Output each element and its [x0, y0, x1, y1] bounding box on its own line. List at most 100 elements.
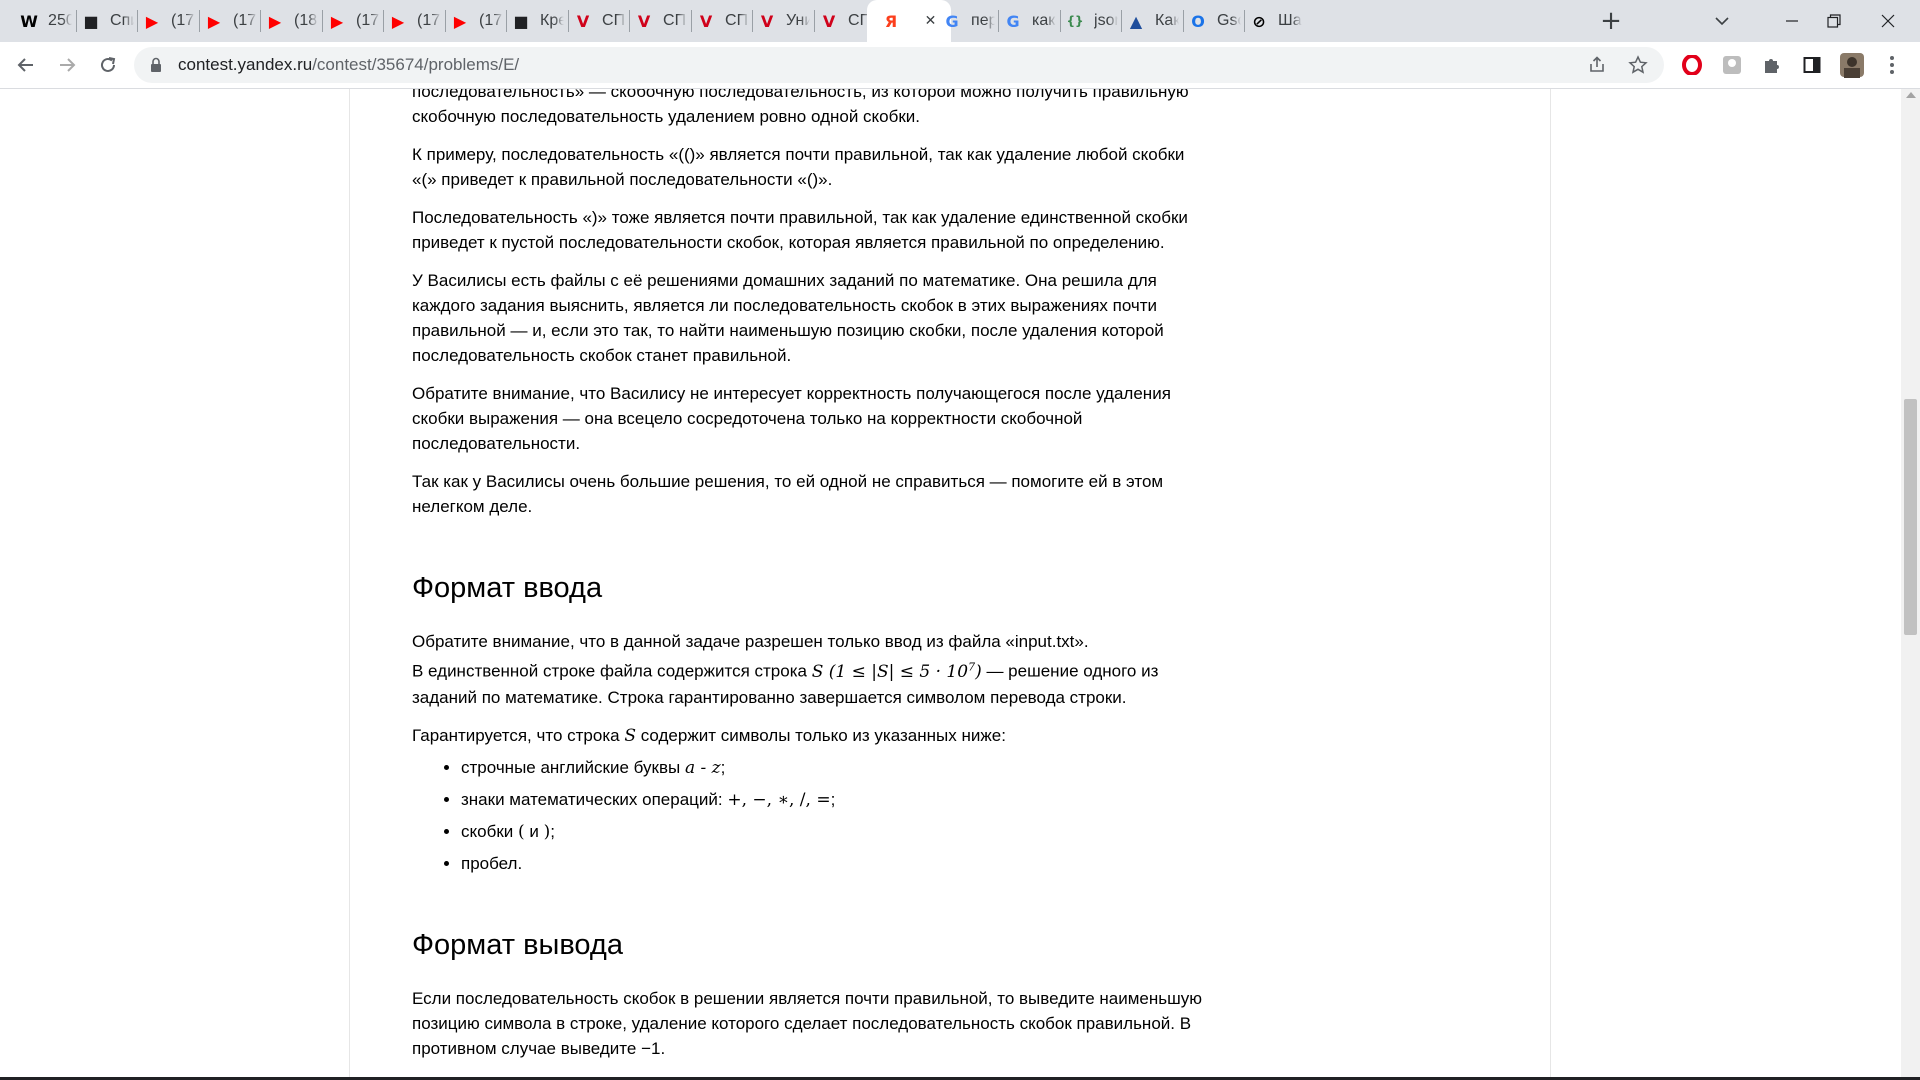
browser-tab[interactable]: O Gsc: [1189, 0, 1240, 42]
tab-title: 250: [48, 12, 72, 29]
statement-paragraph: У Василисы есть файлы с её решениями дом…: [412, 271, 1164, 365]
tab-title: Спи: [110, 12, 133, 29]
tab-separator: [1121, 10, 1122, 32]
browser-tab[interactable]: ▶ (18: [266, 0, 318, 42]
app-icon: ▲: [1129, 11, 1143, 31]
allowed-chars-intro: Гарантируется, что строка S содержит сим…: [412, 723, 1202, 749]
side-panel-button[interactable]: [1796, 49, 1828, 81]
tab-title: Кре: [540, 12, 564, 29]
yandex-icon: Я: [884, 11, 898, 31]
problem-statement: последовательность» — скобочную последов…: [412, 89, 1202, 1074]
list-item-text: пробел.: [461, 853, 523, 873]
allowed-chars-list: строчные английские буквы a - z; знаки м…: [412, 755, 1202, 876]
tab-title: СПб: [663, 12, 687, 29]
input-file-note: Обратите внимание, что в данной задаче р…: [412, 632, 1089, 651]
tab-separator: [629, 10, 630, 32]
tab-close-icon[interactable]: ✕: [921, 11, 941, 31]
browser-tab[interactable]: ■ Спи: [82, 0, 133, 42]
minimize-icon: [1786, 20, 1798, 22]
youtube-icon: ▶: [453, 11, 467, 31]
list-item-text: ;: [720, 757, 726, 777]
menu-button[interactable]: [1876, 49, 1908, 81]
statement-paragraph: последовательность» — скобочную последов…: [412, 89, 1189, 126]
extensions-button[interactable]: [1756, 49, 1788, 81]
url-text[interactable]: contest.yandex.ru/contest/35674/problems…: [178, 47, 519, 83]
circle-icon: ⊘: [1252, 11, 1266, 31]
tab-separator: [814, 10, 815, 32]
v-logo-icon: V: [760, 11, 774, 31]
scrollbar-thumb[interactable]: [1904, 399, 1917, 635]
tab-separator: [199, 10, 200, 32]
scroll-up-arrow-icon[interactable]: [1906, 92, 1916, 98]
browser-tab[interactable]: ▶ (17: [143, 0, 195, 42]
browser-tab[interactable]: ⊘ Ша: [1250, 0, 1301, 42]
tab-search-button[interactable]: [1690, 0, 1754, 42]
browser-tab[interactable]: VСПб: [820, 0, 872, 42]
browser-tab[interactable]: Я ✕: [867, 0, 951, 42]
more-vert-icon: [1890, 56, 1894, 74]
reload-button[interactable]: [92, 49, 124, 81]
tab-separator: [998, 10, 999, 32]
browser-tab[interactable]: ▶ (17: [205, 0, 257, 42]
restore-icon: [1827, 14, 1841, 28]
browser-tab[interactable]: Gпер: [943, 0, 995, 42]
youtube-icon: ▶: [207, 11, 221, 31]
tab-separator: [1183, 10, 1184, 32]
browser-tab[interactable]: ▶ (17: [451, 0, 503, 42]
new-tab-button[interactable]: +: [1595, 5, 1627, 37]
right-column-divider: [1550, 89, 1551, 1080]
profile-button[interactable]: [1836, 49, 1868, 81]
browser-tab[interactable]: W 250: [20, 0, 72, 42]
tab-separator: [383, 10, 384, 32]
tab-title: (18: [294, 12, 318, 29]
statement-paragraph: Последовательность «)» тоже является поч…: [412, 208, 1188, 252]
string-variable: S: [624, 725, 636, 746]
browser-tab[interactable]: ▶ (17: [328, 0, 380, 42]
side-panel-icon: [1803, 57, 1821, 73]
v-logo-icon: V: [637, 11, 651, 31]
tab-title: пер: [971, 12, 995, 29]
constraint-formula-base: S (1 ≤ |S| ≤ 5 · 10: [811, 661, 969, 682]
youtube-icon: ▶: [268, 11, 282, 31]
forward-button[interactable]: [51, 49, 83, 81]
reload-icon: [101, 57, 116, 72]
opera-extension-button[interactable]: [1676, 49, 1708, 81]
browser-tab[interactable]: Gкак: [1004, 0, 1056, 42]
page-scrollbar[interactable]: [1901, 89, 1920, 1080]
browser-tab[interactable]: VСПб: [697, 0, 749, 42]
v-logo-icon: V: [576, 11, 590, 31]
browser-tab[interactable]: ▶ (17: [389, 0, 441, 42]
left-column-divider: [349, 89, 350, 1080]
extension-button[interactable]: [1716, 49, 1748, 81]
list-item-math: (: [518, 821, 525, 842]
share-icon[interactable]: [1588, 56, 1606, 74]
close-icon: [1881, 14, 1895, 28]
tab-title: СПб: [725, 12, 749, 29]
browser-tab[interactable]: VСПб: [574, 0, 626, 42]
close-window-button[interactable]: [1856, 0, 1920, 42]
tab-separator: [260, 10, 261, 32]
back-button[interactable]: [10, 49, 42, 81]
arrow-right-icon: [60, 58, 76, 72]
list-item: строчные английские буквы a - z;: [461, 755, 1202, 781]
tab-title: Gsc: [1217, 12, 1240, 29]
tab-title: Как: [1155, 12, 1179, 29]
browser-tab[interactable]: ▲ Как: [1127, 0, 1179, 42]
browser-tab[interactable]: {} json: [1066, 0, 1117, 42]
constraint-formula: S (1 ≤ |S| ≤ 5 · 107): [811, 660, 982, 682]
tab-separator: [752, 10, 753, 32]
puzzle-icon: [1765, 59, 1779, 73]
allowed-chars-text: содержит символы только из указанных ниж…: [640, 725, 1006, 745]
input-line-text: В единственной строке файла содержится с…: [412, 661, 807, 681]
browser-tab[interactable]: ■ Кре: [512, 0, 564, 42]
avatar: [1840, 53, 1864, 78]
youtube-icon: ▶: [391, 11, 405, 31]
list-item: знаки математических операций: +, −, ∗, …: [461, 787, 1202, 813]
google-icon: G: [945, 11, 959, 31]
browser-tab[interactable]: V Уни: [758, 0, 810, 42]
browser-tab[interactable]: V СПб: [635, 0, 687, 42]
lock-icon: [151, 57, 161, 72]
star-icon[interactable]: [1628, 55, 1648, 75]
list-item-text: и: [529, 821, 539, 841]
address-bar[interactable]: contest.yandex.ru/contest/35674/problems…: [134, 47, 1664, 83]
